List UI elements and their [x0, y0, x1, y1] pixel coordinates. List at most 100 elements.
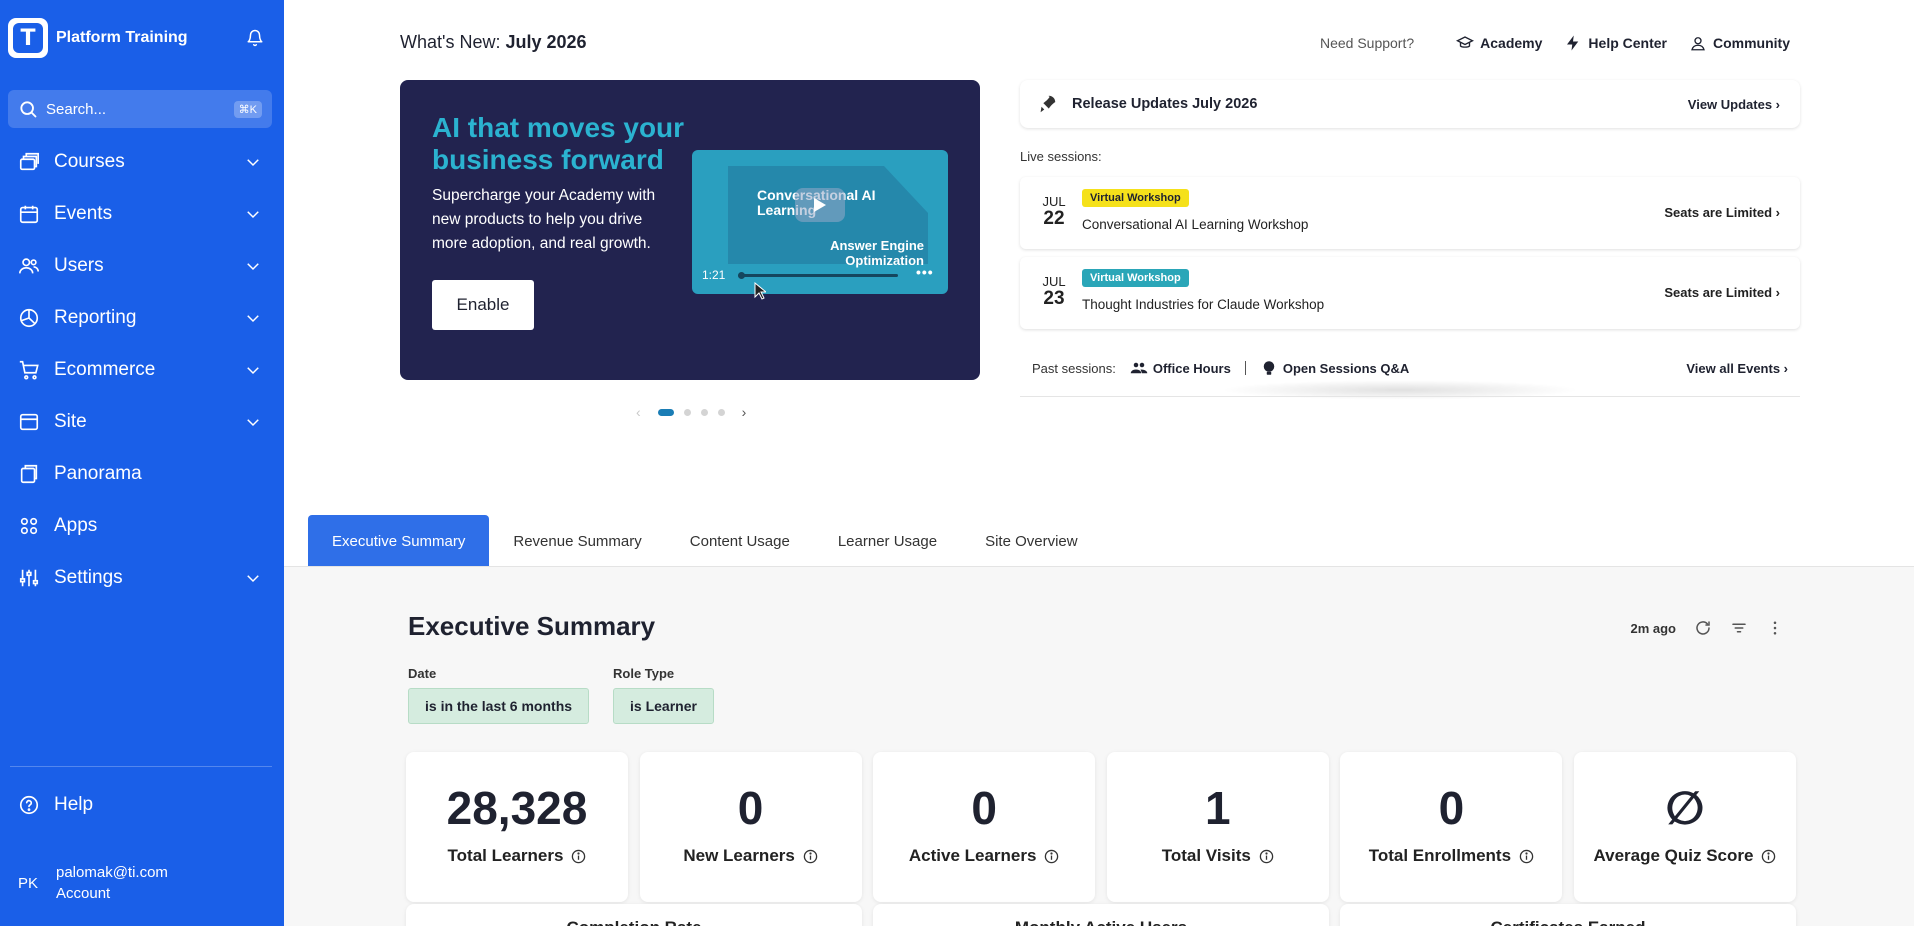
sidebar-item-site[interactable]: Site	[0, 396, 284, 448]
open-sessions-link[interactable]: Open Sessions Q&A	[1260, 359, 1409, 377]
carousel-next-icon[interactable]: ›	[742, 404, 747, 420]
more-vertical-icon[interactable]	[1766, 619, 1784, 637]
carousel-dot[interactable]	[683, 408, 691, 416]
sidebar-item-label: Ecommerce	[54, 359, 156, 380]
community-icon	[1691, 37, 1705, 51]
seats-limited-link[interactable]: Seats are Limited ›	[1664, 285, 1780, 300]
tab-executive-summary[interactable]: Executive Summary	[308, 515, 490, 567]
past-sessions-bar: Past sessions: Office Hours Open Session…	[1020, 340, 1800, 396]
mouse-cursor-icon	[754, 282, 766, 300]
session-day: 22	[1043, 208, 1065, 229]
session-date: JUL 22	[1040, 195, 1068, 229]
session-card[interactable]: JUL 23 Virtual Workshop Thought Industri…	[1020, 257, 1800, 329]
kpi-value: 28,328	[446, 782, 588, 834]
info-icon[interactable]	[1044, 849, 1059, 864]
academy-link[interactable]: Academy	[1456, 34, 1542, 52]
more-icon[interactable]: •••	[916, 264, 934, 280]
kpi-card: 0 Active Learners	[873, 752, 1096, 902]
sidebar-item-label: Panorama	[54, 463, 142, 484]
brand[interactable]: T Platform Training	[8, 18, 276, 58]
carousel-dot[interactable]	[717, 408, 725, 416]
account-menu[interactable]: PK palomak@ti.com Account	[18, 862, 168, 904]
release-updates-title: Release Updates July 2026	[1072, 96, 1258, 112]
chart-card-title: Completion Rate	[406, 904, 862, 926]
video-progress-bar[interactable]	[738, 272, 898, 279]
kpi-row: 28,328 Total Learners 0 New Learners 0 A…	[406, 752, 1796, 902]
past-sessions-label: Past sessions:	[1032, 360, 1116, 376]
enable-button[interactable]: Enable	[432, 280, 534, 330]
sidebar-item-ecommerce[interactable]: Ecommerce	[0, 344, 284, 396]
seats-limited-link[interactable]: Seats are Limited ›	[1664, 205, 1780, 220]
cart-icon	[18, 359, 40, 381]
carousel-dot[interactable]	[700, 408, 708, 416]
chevron-down-icon	[247, 367, 259, 375]
kpi-label: Total Visits	[1161, 846, 1251, 865]
avatar: PK	[18, 874, 39, 892]
chevron-down-icon	[247, 575, 259, 583]
bell-icon[interactable]	[246, 29, 264, 47]
sidebar-item-settings[interactable]: Settings	[0, 552, 284, 604]
sidebar-item-events[interactable]: Events	[0, 188, 284, 240]
sidebar-item-label: Settings	[54, 567, 123, 588]
community-link[interactable]: Community	[1689, 34, 1790, 52]
chart-cards-row: Completion Rate Monthly Active Users Cer…	[406, 904, 1796, 926]
info-icon[interactable]	[803, 849, 818, 864]
search-icon	[20, 101, 37, 118]
kpi-card: 0 New Learners	[639, 752, 862, 902]
date-filter-chip[interactable]: is in the last 6 months	[408, 688, 590, 724]
session-day: 23	[1043, 288, 1065, 309]
kpi-label: Active Learners	[908, 846, 1037, 865]
help-link[interactable]: Help	[18, 794, 93, 816]
video-time: 1:21	[702, 268, 726, 282]
sidebar-item-courses[interactable]: Courses	[0, 136, 284, 188]
view-updates-link[interactable]: View Updates ›	[1688, 97, 1780, 112]
lightning-icon	[1567, 35, 1579, 51]
release-updates-card[interactable]: Release Updates July 2026 View Updates ›	[1020, 80, 1800, 128]
info-icon[interactable]	[1519, 849, 1534, 864]
hero-title: AI that moves your business forward	[432, 112, 685, 175]
search-shortcut: ⌘K	[233, 100, 262, 118]
session-name: Thought Industries for Claude Workshop	[1082, 297, 1325, 312]
video-player[interactable]: Conversational AI Learning Answer Engine…	[692, 150, 948, 294]
kpi-value: ∅	[1665, 782, 1705, 834]
info-icon[interactable]	[1259, 849, 1274, 864]
kpi-card: 28,328 Total Learners	[406, 752, 628, 902]
whats-new-prefix: What's New:	[400, 32, 501, 52]
kpi-value: 0	[737, 782, 764, 834]
help-center-link[interactable]: Help Center	[1564, 34, 1667, 52]
sliders-icon	[18, 567, 40, 589]
kpi-label: Total Enrollments	[1368, 846, 1512, 865]
carousel-prev-icon[interactable]: ‹	[636, 404, 641, 420]
graduation-cap-icon	[1456, 36, 1475, 48]
view-all-events-link[interactable]: View all Events ›	[1686, 361, 1788, 376]
kpi-value: 0	[1438, 782, 1465, 834]
search-input[interactable]: Search... ⌘K	[8, 90, 272, 128]
info-icon[interactable]	[1761, 849, 1776, 864]
calendar-icon	[18, 203, 40, 225]
last-updated: 2m ago	[1630, 620, 1676, 636]
sidebar-item-reporting[interactable]: Reporting	[0, 292, 284, 344]
sidebar-item-users[interactable]: Users	[0, 240, 284, 292]
chevron-down-icon	[247, 419, 259, 427]
chevron-down-icon	[247, 263, 259, 271]
community-label: Community	[1713, 35, 1790, 51]
role-type-filter-chip[interactable]: is Learner	[613, 688, 714, 724]
tab-learner-usage[interactable]: Learner Usage	[814, 515, 961, 567]
rocket-icon	[1040, 95, 1056, 113]
info-icon[interactable]	[571, 849, 586, 864]
sidebar-item-panorama[interactable]: Panorama	[0, 448, 284, 500]
refresh-icon[interactable]	[1694, 619, 1712, 637]
filter-icon[interactable]	[1730, 619, 1748, 637]
office-hours-link[interactable]: Office Hours	[1130, 359, 1231, 377]
account-email: palomak@ti.com	[56, 864, 168, 881]
session-name: Conversational AI Learning Workshop	[1082, 217, 1309, 232]
play-icon[interactable]	[795, 188, 845, 222]
tab-revenue-summary[interactable]: Revenue Summary	[489, 515, 665, 567]
session-card[interactable]: JUL 22 Virtual Workshop Conversational A…	[1020, 177, 1800, 249]
chevron-down-icon	[247, 211, 259, 219]
tab-content-usage[interactable]: Content Usage	[666, 515, 814, 567]
tab-site-overview[interactable]: Site Overview	[961, 515, 1102, 567]
session-month: JUL	[1042, 274, 1066, 289]
carousel-dot[interactable]	[657, 408, 674, 416]
sidebar-item-apps[interactable]: Apps	[0, 500, 284, 552]
